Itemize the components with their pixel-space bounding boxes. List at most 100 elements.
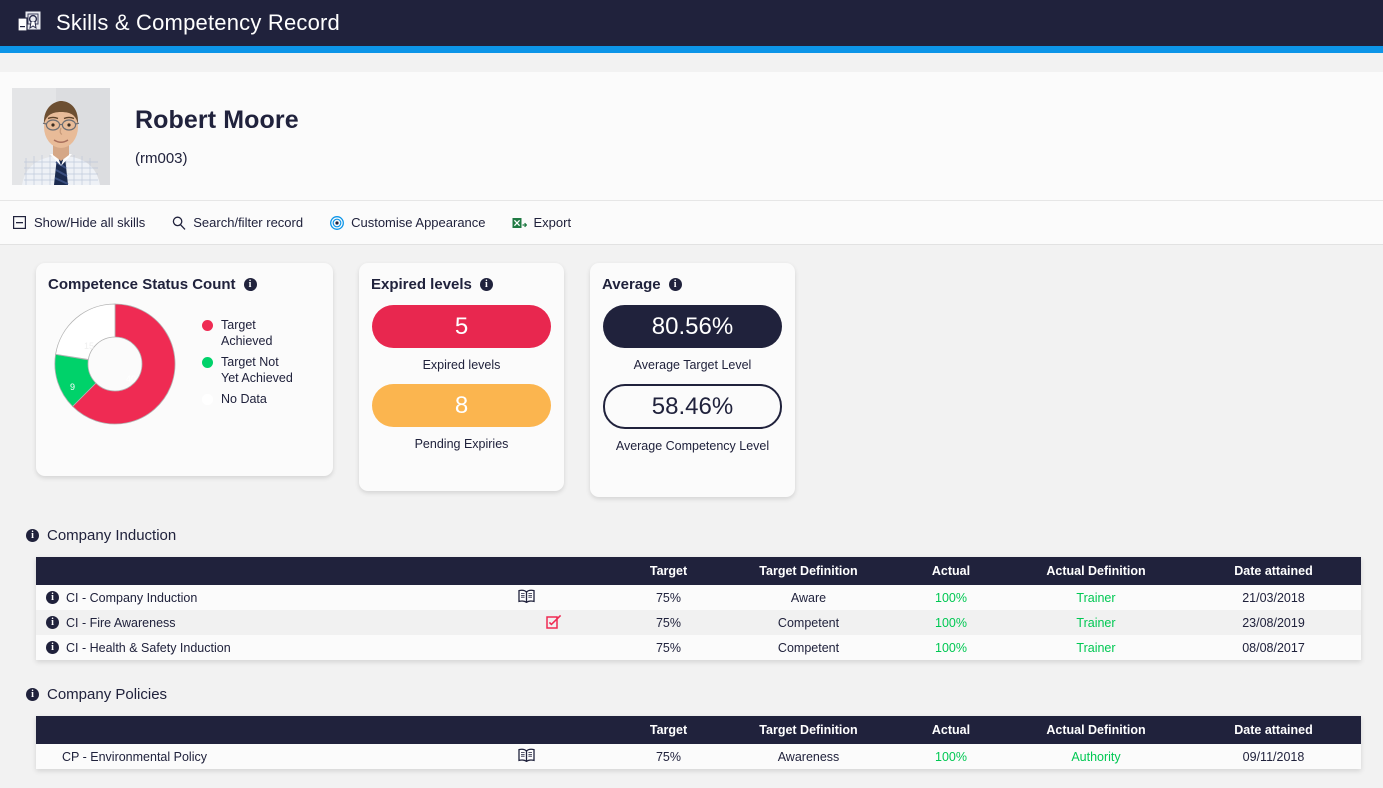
legend-label-no-data: No Data (221, 391, 267, 406)
column-header-icon[interactable] (436, 716, 616, 744)
column-header-target[interactable]: Target (616, 557, 721, 585)
column-header-target-definition[interactable]: Target Definition (721, 557, 896, 585)
book-icon[interactable] (517, 589, 535, 606)
average-target-level-value: 80.56% (651, 312, 734, 340)
table-row[interactable]: i CI - Fire Awareness 75% Competent 100%… (36, 610, 1361, 635)
donut-legend: Target Achieved Target Not Yet Achieved … (202, 317, 297, 412)
export-label: Export (533, 215, 572, 230)
pending-expiries-stat[interactable]: 8 (372, 384, 551, 427)
target-cell: 75% (616, 585, 721, 610)
column-header-name[interactable] (36, 557, 436, 585)
column-header-target[interactable]: Target (616, 716, 721, 744)
competence-status-donut[interactable]: 40 9 15 (48, 297, 182, 431)
info-icon[interactable]: i (26, 529, 39, 542)
average-title: Average i (590, 263, 795, 293)
table-row[interactable]: i CI - Health & Safety Induction 75% Com… (36, 635, 1361, 660)
app-header: Skills & Competency Record (0, 0, 1383, 46)
expired-levels-title: Expired levels i (359, 263, 564, 293)
skills-table-wrapper: Target Target Definition Actual Actual D… (36, 716, 1361, 769)
legend-label-target-achieved: Target Achieved (221, 317, 273, 348)
average-target-level-caption: Average Target Level (633, 358, 752, 372)
header-gap (0, 53, 1383, 72)
target-definition-cell: Competent (721, 610, 896, 635)
actual-definition-cell: Trainer (1006, 635, 1186, 660)
info-icon[interactable]: i (479, 278, 493, 291)
table-row[interactable]: CP - Environmental Policy 75% Awareness … (36, 744, 1361, 769)
legend-item[interactable]: No Data (202, 391, 297, 407)
export-button[interactable]: Export (512, 215, 572, 230)
expired-levels-card: Expired levels i 5 Expired levels 8 Pend… (359, 263, 564, 491)
actual-cell: 100% (896, 744, 1006, 769)
pending-expiries-value: 8 (454, 391, 469, 419)
skill-name: CP - Environmental Policy (62, 749, 207, 764)
checklist-icon[interactable] (546, 614, 562, 632)
skill-name: CI - Fire Awareness (66, 615, 176, 630)
customise-appearance-button[interactable]: Customise Appearance (329, 215, 486, 230)
target-definition-cell: Aware (721, 585, 896, 610)
expired-levels-value: 5 (454, 312, 469, 340)
info-icon[interactable]: i (243, 278, 257, 291)
legend-item[interactable]: Target Achieved (202, 317, 297, 349)
legend-dot-target-not-achieved (202, 356, 213, 368)
customise-appearance-label: Customise Appearance (351, 215, 486, 230)
record-toolbar: Show/Hide all skills Search/filter recor… (0, 201, 1383, 245)
average-competency-level-stat[interactable]: 58.46% (603, 384, 782, 429)
actual-definition-cell: Trainer (1006, 610, 1186, 635)
expired-levels-caption: Expired levels (422, 358, 501, 372)
donut-value-target-achieved: 40 (126, 374, 137, 384)
column-header-name[interactable] (36, 716, 436, 744)
donut-value-no-data: 15 (84, 341, 95, 351)
evidence-icon-cell (436, 744, 616, 769)
average-target-level-stat[interactable]: 80.56% (603, 305, 782, 348)
excel-export-icon (512, 215, 527, 230)
table-header-row: Target Target Definition Actual Actual D… (36, 716, 1361, 744)
target-definition-cell: Competent (721, 635, 896, 660)
info-icon[interactable]: i (26, 688, 39, 701)
section-company-induction: i Company Induction Target Target Defini… (0, 527, 1383, 660)
search-filter-record-button[interactable]: Search/filter record (171, 215, 303, 230)
section-company-policies: i Company Policies Target Target Definit… (0, 686, 1383, 769)
column-header-target-definition[interactable]: Target Definition (721, 716, 896, 744)
average-competency-level-value: 58.46% (651, 392, 734, 420)
certificate-icon (16, 10, 44, 36)
info-icon[interactable]: i (46, 641, 59, 654)
section-title: i Company Induction (26, 527, 1383, 544)
actual-definition-cell: Trainer (1006, 585, 1186, 610)
info-icon[interactable]: i (46, 591, 59, 604)
legend-item[interactable]: Target Not Yet Achieved (202, 354, 297, 386)
date-attained-cell: 08/08/2017 (1186, 635, 1361, 660)
evidence-icon-cell (436, 635, 616, 660)
accent-bar (0, 46, 1383, 53)
column-header-icon[interactable] (436, 557, 616, 585)
section-title-text: Company Policies (47, 686, 168, 703)
profile-text: Robert Moore (rm003) (135, 106, 299, 167)
legend-label-target-not-achieved: Target Not Yet Achieved (221, 354, 293, 385)
section-title: i Company Policies (26, 686, 1383, 703)
table-header-row: Target Target Definition Actual Actual D… (36, 557, 1361, 585)
column-header-actual[interactable]: Actual (896, 557, 1006, 585)
column-header-actual[interactable]: Actual (896, 716, 1006, 744)
search-filter-record-label: Search/filter record (193, 215, 304, 230)
expired-levels-stat[interactable]: 5 (372, 305, 551, 348)
column-header-actual-definition[interactable]: Actual Definition (1006, 557, 1186, 585)
info-icon[interactable]: i (46, 616, 59, 629)
date-attained-cell: 21/03/2018 (1186, 585, 1361, 610)
show-hide-all-skills-button[interactable]: Show/Hide all skills (12, 215, 145, 230)
legend-dot-target-achieved (202, 319, 213, 331)
donut-value-target-not-achieved: 9 (70, 382, 76, 392)
date-attained-cell: 23/08/2019 (1186, 610, 1361, 635)
column-header-date-attained[interactable]: Date attained (1186, 557, 1361, 585)
pending-expiries-caption: Pending Expiries (414, 437, 509, 451)
book-icon[interactable] (517, 748, 535, 765)
skills-table: Target Target Definition Actual Actual D… (36, 716, 1361, 769)
minus-square-icon (12, 215, 27, 230)
column-header-actual-definition[interactable]: Actual Definition (1006, 716, 1186, 744)
evidence-icon-cell (436, 585, 616, 610)
info-icon[interactable]: i (668, 278, 682, 291)
target-cell: 75% (616, 744, 721, 769)
skill-name-cell: i CI - Fire Awareness (36, 610, 436, 635)
column-header-date-attained[interactable]: Date attained (1186, 716, 1361, 744)
skill-name: CI - Company Induction (66, 590, 198, 605)
target-cell: 75% (616, 635, 721, 660)
table-row[interactable]: i CI - Company Induction 75% Aware 100% … (36, 585, 1361, 610)
